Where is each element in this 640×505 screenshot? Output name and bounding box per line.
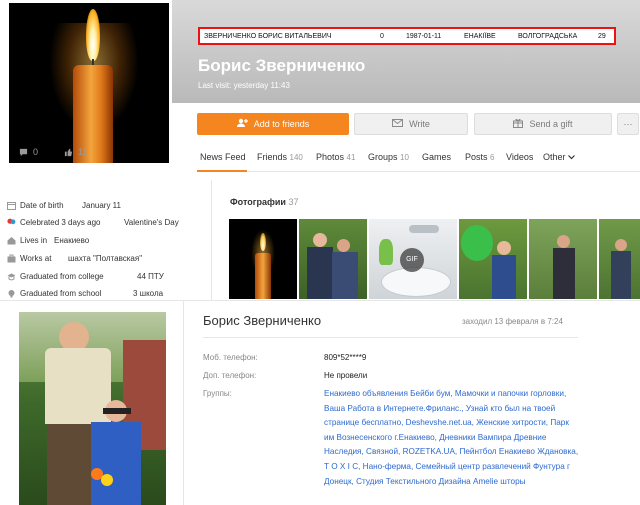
balloon-icon [6,218,16,228]
profile-info-card: Борис Зверниченко заходил 13 февраля в 7… [0,300,640,505]
nav-games[interactable]: Games [422,152,451,162]
last-visit: Last visit: yesterday 11:43 [198,81,290,90]
chevron-down-icon [568,152,575,162]
photos-title[interactable]: Фотографии 37 [230,197,298,207]
briefcase-icon [6,254,16,264]
info-label: Celebrated 3 days ago [20,218,101,227]
nav-groups-label: Groups [368,152,398,162]
calendar-icon [6,201,16,211]
nav-photos-label: Photos [316,152,345,162]
info-label: Date of birth [20,201,64,210]
nav-posts[interactable]: Posts 6 [465,152,494,162]
envelope-icon [392,119,404,129]
school-icon [6,289,16,299]
nav-groups-count: 10 [400,153,409,162]
card-separator [203,337,578,338]
info-value[interactable]: Valentine's Day [124,218,179,227]
nav-groups[interactable]: Groups 10 [368,152,409,162]
record-street: ВОЛГОГРАДСЬКА [518,33,578,40]
profile-name: Борис Зверниченко [198,56,366,75]
info-value[interactable]: 3 школа [133,289,163,298]
info-label: Graduated from college [20,272,104,281]
nav-photos[interactable]: Photos 41 [316,152,355,162]
extra-phone-label: Доп. телефон: [203,371,257,380]
nav-friends-count: 140 [289,153,303,162]
photo-thumb-candle[interactable] [229,219,297,299]
info-value: January 11 [82,201,121,210]
avatar-stats: 0 11 [19,147,87,157]
card-last-visit: заходил 13 февраля в 7:24 [462,317,563,326]
avatar-comments[interactable]: 0 [19,147,38,157]
photo-thumb-sink-gif[interactable]: GIF [369,219,457,299]
mobile-phone-label: Моб. телефон: [203,353,258,362]
graduation-icon [6,272,16,282]
info-label: Lives in [20,236,48,245]
highlighted-record: ЗВЕРНИЧЕНКО БОРИС ВИТАЛЬЕВИЧ 0 1987-01-1… [198,27,616,45]
home-icon [6,236,16,246]
more-actions-button[interactable]: ··· [617,113,639,135]
record-number: 0 [380,33,384,40]
avatar-frame: 0 11 [0,0,172,167]
more-actions-label: ··· [623,119,633,129]
record-date: 1987-01-11 [406,33,442,40]
card-photo[interactable] [19,312,166,505]
add-friend-icon [236,118,248,130]
record-full-name: ЗВЕРНИЧЕНКО БОРИС ВИТАЛЬЕВИЧ [204,33,332,40]
nav-videos-label: Videos [506,152,534,162]
record-house: 29 [598,33,606,40]
send-gift-label: Send a gift [529,119,573,129]
info-value[interactable]: шахта "Полтавская" [68,254,142,263]
card-profile-name[interactable]: Борис Зверниченко [203,313,321,328]
info-label: Works at [20,254,52,263]
photo-thumb-boy-field[interactable] [599,219,640,299]
nav-news-feed-label: News Feed [200,152,246,162]
nav-friends[interactable]: Friends 140 [257,152,303,162]
comment-icon [19,147,29,157]
photo-thumb-people[interactable] [299,219,367,299]
avatar-comments-count: 0 [33,147,39,157]
avatar-likes[interactable]: 11 [64,147,87,157]
card-divider [183,301,184,505]
candle-flame [86,9,100,61]
send-gift-button[interactable]: Send a gift [474,113,612,135]
gif-badge[interactable]: GIF [400,248,424,272]
photo-thumb-boy-garden[interactable] [529,219,597,299]
nav-other-label: Other [543,152,566,162]
mobile-phone-value: 809*52****9 [324,353,367,362]
thumbs-up-icon [64,147,74,157]
write-label: Write [409,119,430,129]
info-value[interactable]: 44 ПТУ [137,272,164,281]
nav-posts-label: Posts [465,152,488,162]
record-city: ЕНАКІЇВЕ [464,33,496,40]
nav-other[interactable]: Other [543,152,575,162]
gift-icon [513,118,524,130]
add-to-friends-label: Add to friends [253,119,310,129]
profile-info-panel: Date of birth January 11 Celebrated 3 da… [0,180,212,300]
groups-list[interactable]: Енакиево объявления Бейби бум, Мамочки и… [324,387,579,489]
info-value[interactable]: Енакиево [54,236,89,245]
write-button[interactable]: Write [354,113,468,135]
avatar[interactable]: 0 11 [9,3,169,163]
nav-games-label: Games [422,152,452,162]
nav-friends-label: Friends [257,152,288,162]
add-to-friends-button[interactable]: Add to friends [197,113,349,135]
photos-section: Фотографии 37 GIF [220,182,640,302]
profile-nav: News Feed Friends 140 Photos 41 Groups 1… [197,144,640,172]
groups-label: Группы: [203,389,232,398]
photo-thumb-balloon[interactable] [459,219,527,299]
nav-videos[interactable]: Videos [506,152,533,162]
nav-active-indicator [197,170,247,172]
nav-posts-count: 6 [490,153,495,162]
photos-count: 37 [288,197,299,207]
nav-news-feed[interactable]: News Feed [200,152,246,162]
info-label: Graduated from school [20,289,102,298]
extra-phone-value: Не провели [324,371,368,380]
nav-photos-count: 41 [346,153,356,162]
avatar-likes-count: 11 [78,147,88,157]
photos-title-label: Фотографии [230,197,286,207]
